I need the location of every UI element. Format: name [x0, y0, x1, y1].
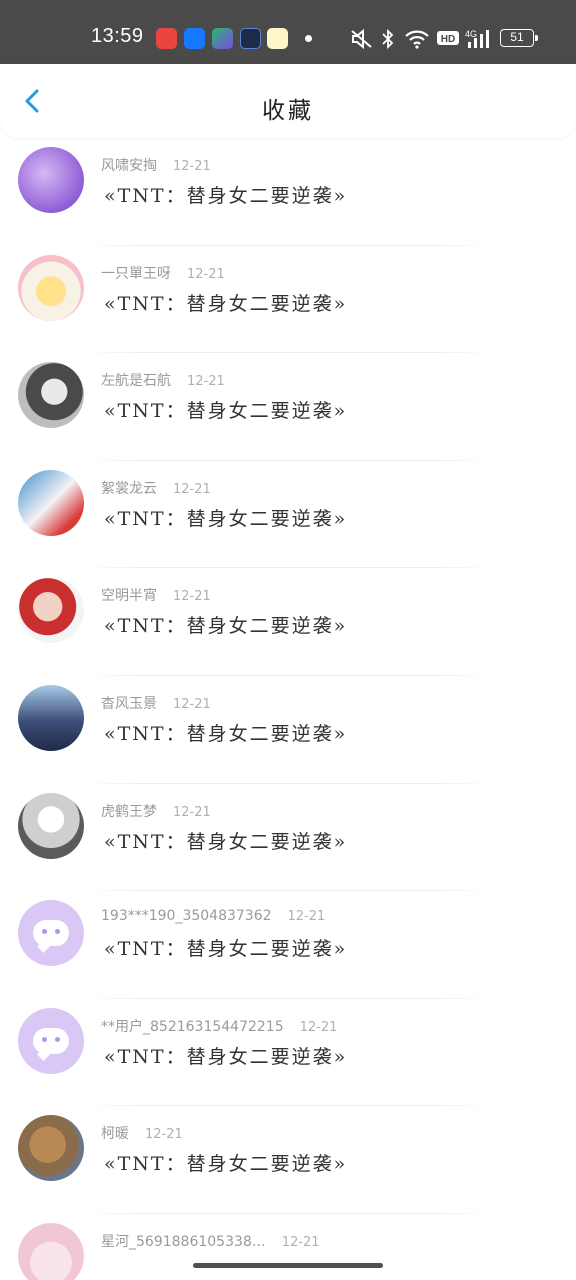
user-name[interactable]: 一只單王呀 — [101, 266, 171, 282]
book-title[interactable]: «TNT：替身女二要逆袭» — [104, 934, 347, 961]
book-title[interactable]: «TNT：替身女二要逆袭» — [104, 611, 347, 638]
book-title[interactable]: «TNT：替身女二要逆袭» — [104, 827, 347, 854]
book-title[interactable]: «TNT：替身女二要逆袭» — [104, 396, 347, 423]
user-name[interactable]: 柯暖 — [101, 1126, 129, 1142]
date: 12-21 — [281, 1234, 320, 1250]
mute-icon — [351, 28, 372, 50]
avatar[interactable] — [18, 792, 84, 859]
avatar[interactable] — [18, 1222, 84, 1280]
home-indicator[interactable] — [193, 1263, 383, 1268]
avatar[interactable] — [18, 469, 84, 536]
date: 12-21 — [299, 1019, 338, 1035]
user-name[interactable]: 193***190_3504837362 — [101, 908, 272, 924]
default-avatar[interactable] — [18, 900, 84, 967]
avatar[interactable] — [18, 254, 84, 321]
notification-app-icon-1 — [156, 28, 177, 49]
user-name[interactable]: 左航是石航 — [101, 373, 171, 389]
default-avatar[interactable] — [18, 1007, 84, 1074]
battery-icon: 51 — [500, 29, 538, 47]
list-item[interactable]: 左航是石航 12-21 «TNT：替身女二要逆袭» — [0, 353, 576, 461]
list-item[interactable]: 柯暖 12-21 «TNT：替身女二要逆袭» — [0, 1106, 576, 1214]
user-name[interactable]: **用户_852163154472215 — [101, 1019, 284, 1035]
avatar[interactable] — [18, 1115, 84, 1182]
favorites-list: 风啸安掏 12-21 «TNT：替身女二要逆袭» 一只單王呀 12-21 «TNT：… — [0, 138, 576, 1280]
svg-text:4G: 4G — [465, 29, 477, 39]
book-title[interactable]: «TNT：替身女二要逆袭» — [104, 1042, 347, 1069]
svg-text:HD: HD — [441, 34, 455, 45]
alipay-icon — [184, 28, 205, 49]
hd-icon: HD — [437, 31, 459, 45]
list-item[interactable]: **用户_852163154472215 12-21 «TNT：替身女二要逆袭» — [0, 999, 576, 1107]
avatar[interactable] — [18, 147, 84, 213]
date: 12-21 — [187, 266, 225, 282]
chat-bubble-icon — [33, 920, 69, 947]
date: 12-21 — [173, 589, 211, 605]
date: 12-21 — [187, 374, 225, 390]
ai-app-icon — [240, 28, 261, 49]
list-item[interactable]: 虎鹤王梦 12-21 «TNT：替身女二要逆袭» — [0, 784, 576, 892]
list-item[interactable]: 空明半宵 12-21 «TNT：替身女二要逆袭» — [0, 568, 576, 676]
date: 12-21 — [173, 804, 211, 820]
status-bar: 13:59 HD 4G 51 — [0, 0, 576, 64]
date: 12-21 — [145, 1127, 183, 1143]
bluetooth-icon — [382, 28, 394, 50]
avatar[interactable] — [18, 362, 84, 429]
avatar[interactable] — [18, 577, 84, 644]
status-time: 13:59 — [91, 25, 144, 47]
user-name[interactable]: 风啸安掏 — [101, 158, 157, 174]
date: 12-21 — [173, 159, 211, 174]
signal-4g-icon: 4G — [465, 29, 489, 48]
book-title[interactable]: «TNT：替身女二要逆袭» — [104, 719, 347, 746]
book-title[interactable]: «TNT：替身女二要逆袭» — [104, 1149, 347, 1176]
list-item[interactable]: 193***190_3504837362 12-21 «TNT：替身女二要逆袭» — [0, 891, 576, 999]
user-name[interactable]: 虎鹤王梦 — [101, 804, 157, 820]
meituan-icon — [267, 28, 288, 49]
book-title[interactable]: «TNT：替身女二要逆袭» — [104, 504, 347, 531]
list-item[interactable]: 一只單王呀 12-21 «TNT：替身女二要逆袭» — [0, 246, 576, 354]
iqiyi-icon — [212, 28, 233, 49]
book-title[interactable]: «TNT：替身女二要逆袭» — [104, 181, 347, 208]
wifi-icon — [405, 30, 429, 49]
date: 12-21 — [173, 481, 211, 497]
date: 12-21 — [287, 909, 326, 925]
date: 12-21 — [173, 696, 211, 712]
page-title: 收藏 — [262, 98, 314, 124]
user-name[interactable]: 杳风玉景 — [101, 696, 157, 712]
chat-bubble-icon — [33, 1027, 69, 1054]
user-name[interactable]: 空明半宵 — [101, 588, 157, 604]
book-title[interactable]: «TNT：替身女二要逆袭» — [104, 289, 347, 316]
nav-header: 收藏 — [0, 64, 576, 138]
avatar[interactable] — [18, 684, 84, 751]
list-item[interactable]: 风啸安掏 12-21 «TNT：替身女二要逆袭» — [0, 138, 576, 246]
list-item[interactable]: 絮裳龙云 12-21 «TNT：替身女二要逆袭» — [0, 461, 576, 569]
user-name[interactable]: 絮裳龙云 — [101, 481, 157, 497]
list-item[interactable]: 星河_5691886105338… 12-21 — [0, 1214, 576, 1280]
more-notifications-icon — [305, 35, 312, 42]
list-item[interactable]: 杳风玉景 12-21 «TNT：替身女二要逆袭» — [0, 676, 576, 784]
user-name[interactable]: 星河_5691886105338… — [101, 1234, 266, 1250]
